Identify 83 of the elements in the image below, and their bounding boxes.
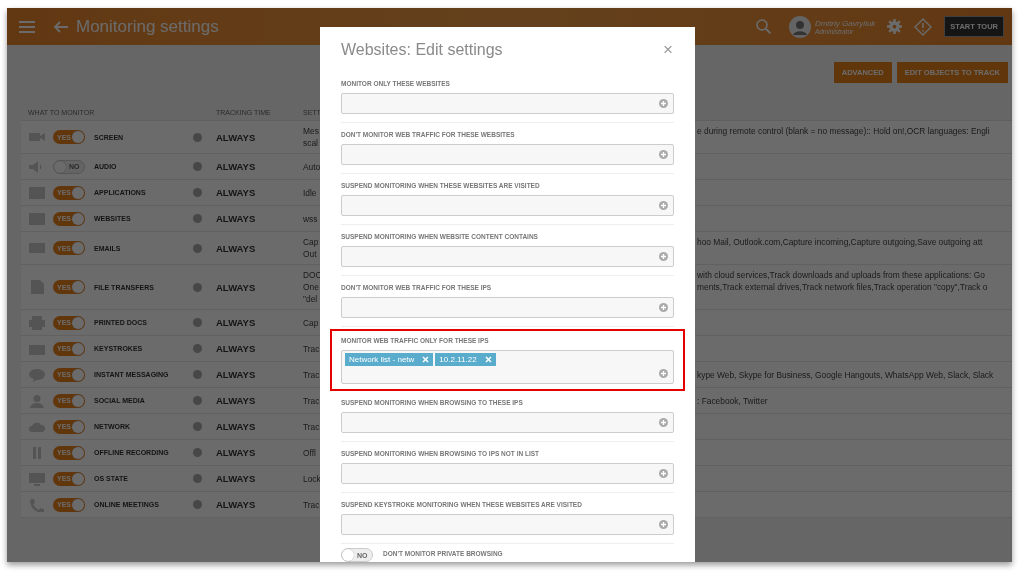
add-icon[interactable] bbox=[659, 252, 668, 261]
user-name[interactable]: Dmitriy Gavryliuk bbox=[814, 18, 876, 28]
settings-icon[interactable] bbox=[887, 19, 903, 34]
input-field[interactable] bbox=[341, 514, 674, 535]
close-button[interactable]: × bbox=[662, 39, 674, 60]
settings-text: Lock bbox=[303, 472, 321, 485]
help-icon[interactable] bbox=[193, 396, 202, 405]
settings-text: Cap bbox=[303, 236, 319, 248]
help-icon[interactable] bbox=[193, 500, 202, 509]
help-icon[interactable] bbox=[193, 188, 202, 197]
tracking-time: ALWAYS bbox=[216, 473, 257, 484]
settings-text: Trac bbox=[303, 342, 320, 355]
help-icon[interactable] bbox=[193, 448, 202, 457]
avatar-icon[interactable] bbox=[788, 15, 811, 38]
add-icon[interactable] bbox=[659, 418, 668, 427]
settings-text: kype Web, Skype for Business, Google Hangouts, WhatsApp Web, Slack, Slack bbox=[697, 368, 994, 381]
tag-chip[interactable]: Network list - netw bbox=[345, 353, 434, 366]
tracking-time: ALWAYS bbox=[216, 161, 257, 172]
settings-text: hoo Mail, Outlook.com,Capture incoming,Capture outgoing,Save outgoing att bbox=[697, 236, 983, 248]
add-icon[interactable] bbox=[659, 99, 668, 108]
settings-text: Out bbox=[303, 248, 317, 260]
settings-text: Auto bbox=[303, 160, 321, 173]
add-icon[interactable] bbox=[659, 369, 668, 378]
settings-text: Cap bbox=[303, 316, 319, 329]
page-title: Monitoring settings bbox=[76, 16, 219, 37]
dialog-title: Websites: Edit settings bbox=[341, 40, 503, 59]
help-icon[interactable] bbox=[193, 474, 202, 483]
input-field[interactable] bbox=[341, 463, 674, 484]
tracking-time: ALWAYS bbox=[216, 369, 257, 380]
warning-icon[interactable] bbox=[914, 17, 933, 36]
help-icon[interactable] bbox=[193, 282, 202, 292]
help-icon[interactable] bbox=[193, 344, 202, 353]
settings-text: Idle bbox=[303, 186, 317, 199]
settings-text: Trac bbox=[303, 394, 320, 407]
settings-text: "del bbox=[303, 293, 318, 305]
help-icon[interactable] bbox=[193, 243, 202, 253]
add-icon[interactable] bbox=[659, 303, 668, 312]
remove-icon[interactable] bbox=[422, 356, 430, 363]
settings-text: One bbox=[303, 281, 319, 293]
tracking-time: ALWAYS bbox=[216, 187, 257, 198]
input-field[interactable]: Network list - netw 10.2.11.22 bbox=[341, 350, 674, 384]
settings-text: scal bbox=[303, 137, 318, 149]
remove-icon[interactable] bbox=[484, 356, 492, 363]
tracking-time: ALWAYS bbox=[216, 213, 257, 224]
help-icon[interactable] bbox=[193, 132, 202, 142]
add-icon[interactable] bbox=[659, 520, 668, 529]
input-field[interactable] bbox=[341, 144, 674, 165]
tracking-time: ALWAYS bbox=[216, 281, 257, 293]
input-field[interactable] bbox=[341, 297, 674, 318]
settings-text: wss bbox=[303, 212, 318, 225]
settings-text: e during remote control (blank = no message):: Hold on!,OCR languages: Engli bbox=[697, 125, 990, 137]
tracking-time: ALWAYS bbox=[216, 242, 257, 254]
tracking-time: ALWAYS bbox=[216, 343, 257, 354]
search-icon[interactable] bbox=[755, 19, 771, 34]
menu-icon[interactable] bbox=[19, 20, 35, 33]
input-field[interactable] bbox=[341, 93, 674, 114]
tracking-time: ALWAYS bbox=[216, 317, 257, 328]
input-field[interactable] bbox=[341, 412, 674, 433]
settings-text: with cloud services,Track downloads and uploads from these applications: Go bbox=[697, 269, 985, 281]
help-icon[interactable] bbox=[193, 318, 202, 327]
settings-text: : Facebook, Twitter bbox=[697, 394, 768, 407]
settings-text: Trac bbox=[303, 498, 320, 511]
back-arrow-icon[interactable] bbox=[53, 20, 68, 33]
help-icon[interactable] bbox=[193, 214, 202, 223]
input-field[interactable] bbox=[341, 246, 674, 267]
settings-text: Trac bbox=[303, 368, 320, 381]
help-icon[interactable] bbox=[193, 370, 202, 379]
tracking-time: ALWAYS bbox=[216, 499, 257, 510]
settings-text: Trac bbox=[303, 420, 320, 433]
tracking-time: ALWAYS bbox=[216, 395, 257, 406]
add-icon[interactable] bbox=[659, 150, 668, 159]
settings-text: Mes bbox=[303, 125, 319, 137]
settings-text: ments,Track external drives,Track network files,Track operation "copy",Track o bbox=[697, 281, 988, 293]
settings-text: Offl bbox=[303, 446, 316, 459]
tracking-time: ALWAYS bbox=[216, 447, 257, 458]
input-field[interactable] bbox=[341, 195, 674, 216]
help-icon[interactable] bbox=[193, 162, 202, 171]
help-icon[interactable] bbox=[193, 422, 202, 431]
tracking-time: ALWAYS bbox=[216, 131, 257, 143]
add-icon[interactable] bbox=[659, 469, 668, 478]
tracking-time: ALWAYS bbox=[216, 421, 257, 432]
add-icon[interactable] bbox=[659, 201, 668, 210]
tag-chip[interactable]: 10.2.11.22 bbox=[435, 353, 496, 366]
